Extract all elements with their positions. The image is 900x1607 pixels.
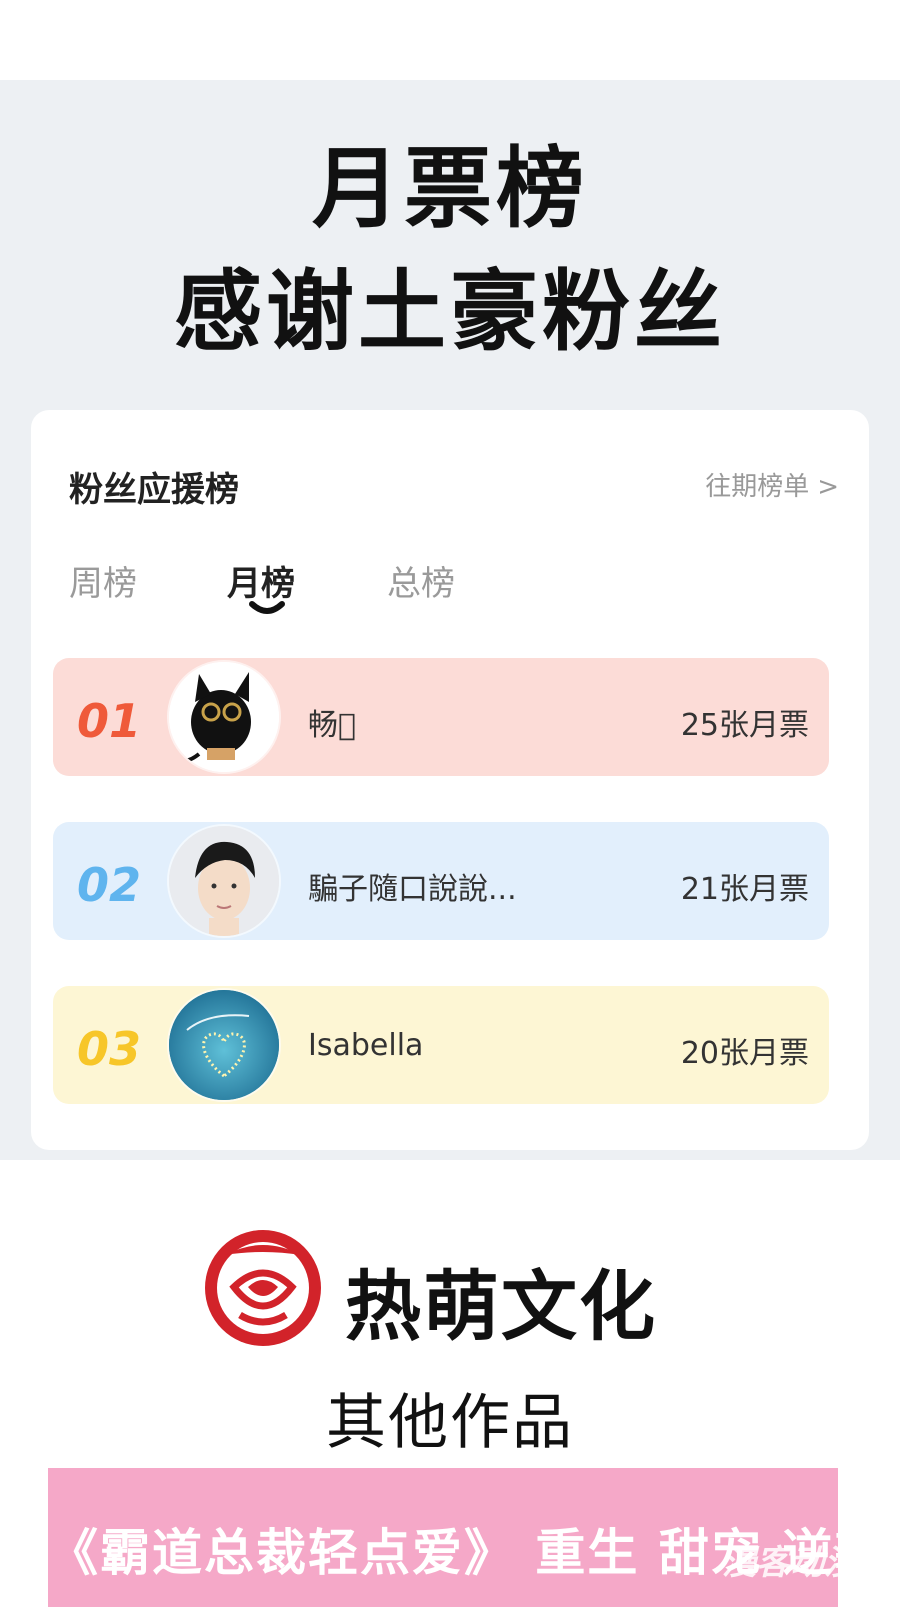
remeng-logo-icon [205,1230,321,1346]
heart-avatar-icon [169,990,279,1100]
vote-count: 21张月票 [680,872,809,907]
history-link-label: 往期榜单 [705,472,810,502]
brand-name: 热萌文化 [345,1262,657,1351]
history-rankings-link[interactable]: 往期榜单 > [705,466,839,503]
rank-row-3[interactable]: 03 Isabella 20张月票 [53,986,829,1104]
user-name: 畅  [308,708,357,743]
user-name: Isabella [308,1028,424,1063]
fan-support-card: 粉丝应援榜 往期榜单> 周榜 月榜 总榜 01 畅  25张月票 02 [31,410,869,1150]
headline-monthly-ticket-ranking: 月票榜 [311,137,588,240]
watermark: 漫客动漫 [722,1543,858,1583]
tab-monthly[interactable]: 月榜 [227,556,295,605]
promo-banner[interactable]: 《霸道总裁轻点爱》 重生 甜宠 逆袭 [48,1468,887,1607]
rank-number: 03 [77,1022,142,1076]
banner-text: 《霸道总裁轻点爱》 重生 甜宠 逆袭 [48,1524,887,1582]
rank-number: 01 [77,694,142,748]
rank-number: 02 [77,858,142,912]
black-cat-avatar-icon [169,662,279,772]
portrait-avatar-icon [169,826,279,936]
tab-weekly[interactable]: 周榜 [69,556,137,605]
avatar[interactable] [169,662,279,772]
chevron-right-icon: > [817,472,839,502]
other-works-heading: 其他作品 [326,1388,574,1458]
active-tab-indicator [249,601,285,614]
avatar[interactable] [169,826,279,936]
user-name: 騙子隨口說說... [308,872,517,907]
rank-row-2[interactable]: 02 騙子隨口說說... 21张月票 [53,822,829,940]
vote-count: 25张月票 [680,708,809,743]
avatar[interactable] [169,990,279,1100]
tab-total[interactable]: 总榜 [387,556,455,605]
top-margin [0,0,900,80]
card-title: 粉丝应援榜 [69,470,239,510]
rank-row-1[interactable]: 01 畅  25张月票 [53,658,829,776]
vote-count: 20张月票 [680,1036,809,1071]
headline-thanks-fans: 感谢土豪粉丝 [173,260,726,363]
